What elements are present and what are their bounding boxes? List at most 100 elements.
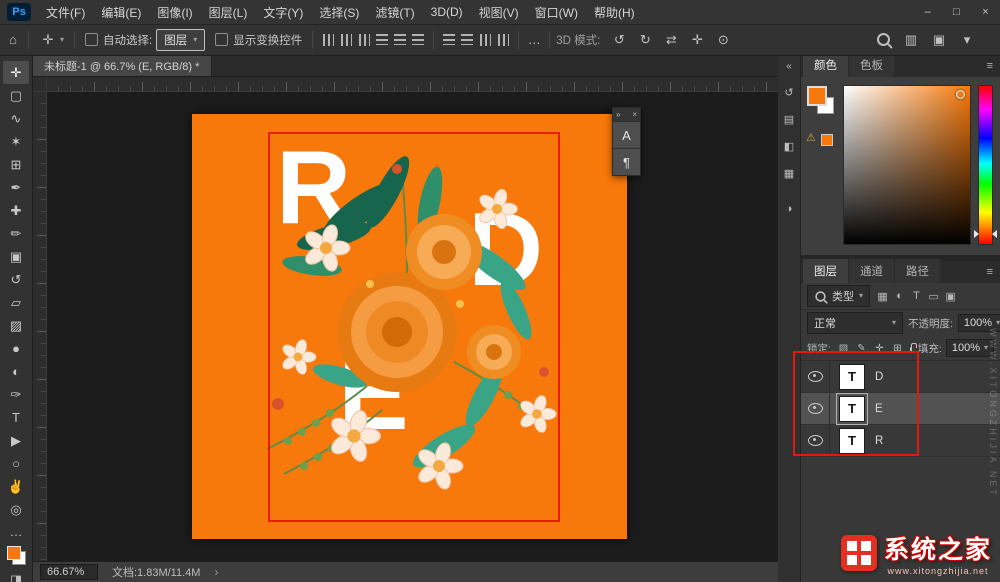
lock-all-icon[interactable] (910, 347, 912, 353)
crop-tool[interactable]: ⊞ (3, 153, 29, 176)
info-panel-icon[interactable]: ◧ (780, 137, 798, 155)
layer-visibility-toggle[interactable] (801, 425, 830, 456)
dodge-tool[interactable]: ◐ (3, 360, 29, 383)
layer-thumbnail[interactable]: T (839, 364, 865, 390)
lock-transparency-icon[interactable]: ▨ (837, 343, 850, 354)
status-expand-icon[interactable]: › (214, 565, 218, 579)
layer-thumbnail[interactable]: T (839, 428, 865, 454)
filter-adjustment-layers-icon[interactable]: ◐ (891, 290, 908, 303)
clone-stamp-tool[interactable]: ▣ (3, 245, 29, 268)
quick-selection-tool[interactable]: ✶ (3, 130, 29, 153)
home-icon[interactable]: ⌂ (4, 30, 22, 50)
layer-row[interactable]: T R (801, 425, 1000, 457)
character-panel-button[interactable]: A (613, 121, 640, 148)
healing-brush-tool[interactable]: ✚ (3, 199, 29, 222)
layer-row[interactable]: T D (801, 361, 1000, 393)
3d-roll-icon[interactable]: ↻ (636, 30, 654, 50)
gradient-tool[interactable]: ▨ (3, 314, 29, 337)
align-bottom-icon[interactable] (409, 31, 427, 49)
eraser-tool[interactable]: ▱ (3, 291, 29, 314)
show-transform-checkbox[interactable] (215, 33, 228, 46)
3d-slide-icon[interactable]: ✛ (688, 30, 706, 50)
align-right-icon[interactable] (355, 31, 373, 49)
panel-tab[interactable]: 图层 (803, 259, 848, 283)
lock-artboard-icon[interactable]: ⊞ (891, 343, 904, 354)
distribute-middle-icon[interactable] (458, 31, 476, 49)
3d-scale-icon[interactable]: ⊙ (714, 30, 732, 50)
distribute-horizontal-icon[interactable] (494, 31, 512, 49)
current-tool-preset[interactable]: ✛ ▾ (35, 28, 68, 52)
auto-select-dropdown[interactable]: 图层 ▾ (156, 29, 205, 51)
libraries-panel-icon[interactable]: ▦ (780, 164, 798, 182)
lock-position-icon[interactable]: ✛ (873, 343, 886, 354)
panel-tab[interactable]: 颜色 (803, 53, 848, 77)
path-selection-tool[interactable]: ▶ (3, 429, 29, 452)
type-tool[interactable]: T (3, 406, 29, 429)
opacity-dropdown[interactable]: 100% ▾ (958, 314, 1000, 332)
menu-item[interactable]: 3D(D) (423, 1, 471, 23)
filter-smart-object-icon[interactable]: ▣ (942, 290, 959, 303)
workspace-icon[interactable]: ▣ (930, 30, 948, 50)
layer-row[interactable]: T E (801, 393, 1000, 425)
layer-filter-dropdown[interactable]: 类型 ▾ (807, 285, 870, 307)
edit-toolbar-icon[interactable]: … (7, 521, 25, 541)
collapse-icon[interactable]: » (616, 110, 620, 119)
minimize-button[interactable]: – (913, 0, 942, 24)
menu-item[interactable]: 图像(I) (149, 0, 200, 25)
chevron-down-icon[interactable]: ▾ (958, 30, 976, 50)
menu-item[interactable]: 编辑(E) (93, 0, 149, 25)
menu-item[interactable]: 文件(F) (38, 0, 93, 25)
hue-slider-marker[interactable] (992, 230, 997, 238)
gamut-color-swatch[interactable] (821, 134, 833, 146)
align-left-icon[interactable] (319, 31, 337, 49)
align-center-horizontal-icon[interactable] (337, 31, 355, 49)
document-tab[interactable]: 未标题-1 @ 66.7% (E, RGB/8) * (32, 55, 212, 76)
blend-mode-dropdown[interactable]: 正常 ▾ (807, 312, 903, 334)
hue-slider-marker[interactable] (974, 230, 979, 238)
menu-item[interactable]: 帮助(H) (586, 0, 643, 25)
eyedropper-tool[interactable]: ✒ (3, 176, 29, 199)
foreground-color-swatch[interactable] (807, 86, 827, 106)
more-options-icon[interactable]: … (525, 30, 543, 50)
paragraph-panel-button[interactable]: ¶ (613, 148, 640, 175)
menu-item[interactable]: 视图(V) (471, 0, 527, 25)
menu-item[interactable]: 图层(L) (201, 0, 256, 25)
maximize-button[interactable]: □ (942, 0, 971, 24)
3d-drag-icon[interactable]: ⇄ (662, 30, 680, 50)
foreground-background-swatches[interactable] (7, 546, 26, 565)
move-tool[interactable]: ✛ (3, 61, 29, 84)
lock-pixels-icon[interactable]: ✎ (855, 343, 868, 354)
canvas-artboard[interactable]: R D E (192, 114, 627, 539)
close-button[interactable]: × (971, 0, 1000, 24)
panel-menu-icon[interactable]: ≡ (987, 266, 993, 278)
fill-dropdown[interactable]: 100% ▾ (946, 339, 994, 357)
zoom-level-field[interactable]: 66.67% (40, 564, 98, 580)
filter-type-layers-icon[interactable]: T (908, 290, 925, 303)
auto-select-checkbox[interactable] (85, 33, 98, 46)
filter-shape-layers-icon[interactable]: ▭ (925, 290, 942, 303)
menu-item[interactable]: 选择(S) (311, 0, 367, 25)
pen-tool[interactable]: ✑ (3, 383, 29, 406)
adjustments-panel-icon[interactable]: ◑ (780, 200, 798, 218)
3d-orbit-icon[interactable]: ↺ (610, 30, 628, 50)
panel-menu-icon[interactable]: ≡ (987, 60, 993, 72)
ruler-horizontal[interactable] (46, 77, 778, 92)
shape-tool[interactable]: ○ (3, 452, 29, 475)
layer-visibility-toggle[interactable] (801, 361, 830, 392)
saturation-brightness-picker[interactable] (843, 85, 971, 245)
color-picker-cursor[interactable] (956, 90, 965, 99)
collapse-panels-icon[interactable]: « (786, 58, 792, 74)
ruler-vertical[interactable] (32, 91, 47, 561)
filter-pixel-layers-icon[interactable]: ▦ (874, 290, 891, 303)
panel-tab[interactable]: 路径 (895, 259, 940, 283)
history-brush-tool[interactable]: ↺ (3, 268, 29, 291)
panel-tab[interactable]: 通道 (849, 259, 894, 283)
zoom-tool[interactable]: ◎ (3, 498, 29, 521)
align-top-icon[interactable] (373, 31, 391, 49)
distribute-bottom-icon[interactable] (476, 31, 494, 49)
layer-visibility-toggle[interactable] (801, 393, 830, 424)
close-icon[interactable]: × (632, 110, 637, 119)
search-icon[interactable] (877, 33, 890, 46)
lasso-tool[interactable]: ∿ (3, 107, 29, 130)
menu-item[interactable]: 窗口(W) (527, 0, 586, 25)
